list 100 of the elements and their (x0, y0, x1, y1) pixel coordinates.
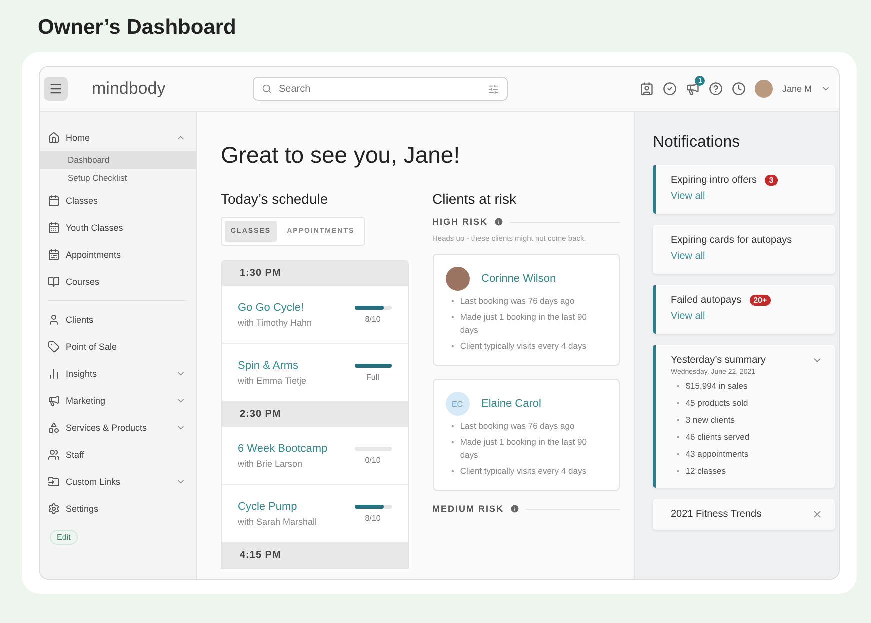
help-icon[interactable] (709, 82, 724, 96)
nav-label[interactable]: Settings (66, 504, 186, 514)
capacity-reading: Full (366, 372, 380, 382)
nav-icon (48, 194, 60, 206)
nav-item[interactable]: Clients (40, 306, 196, 333)
nav-item[interactable]: Classes (40, 187, 196, 214)
nav-label[interactable]: Courses (66, 276, 186, 286)
nav-icon (48, 476, 60, 488)
class-name[interactable]: Cycle Pump (238, 500, 354, 512)
nav-item[interactable]: Insights (40, 360, 196, 387)
nav-label[interactable]: Staff (66, 450, 186, 460)
nav-icon (48, 276, 60, 288)
initials-avatar: EC (446, 392, 470, 416)
nav-label[interactable]: Youth Classes (66, 222, 186, 232)
instructor: with Timothy Hahn (238, 318, 314, 328)
count-badge: 3 (764, 175, 778, 186)
bullet-marker: • (452, 437, 454, 450)
nav-icon (48, 314, 60, 326)
panel-title: Notifications (653, 134, 742, 152)
client-name[interactable]: Corinne Wilson (482, 273, 556, 286)
nav-label[interactable]: Custom Links (66, 476, 170, 486)
bullet-marker: • (452, 312, 454, 324)
logo: mindbody (92, 79, 167, 99)
client-name[interactable]: Elaine Carol (482, 398, 542, 410)
nav-icon (48, 394, 60, 406)
instructor: with Sarah Marshall (238, 516, 318, 526)
check-circle-icon[interactable] (663, 82, 678, 96)
risk-label: MEDIUM RISK (432, 504, 504, 514)
instructor: with Brie Larson (238, 458, 304, 468)
summary-item: 12 classes (686, 465, 726, 477)
summary-item: 43 appointments (686, 448, 749, 460)
info-icon[interactable] (510, 504, 520, 514)
bullet-marker: • (677, 449, 680, 461)
edit-button[interactable]: Edit (50, 530, 78, 545)
client-fact: Client typically visits every 4 days (460, 340, 586, 354)
client-fact: Client typically visits every 4 days (460, 465, 586, 478)
capacity-reading: 8/10 (365, 514, 381, 522)
nav-label[interactable]: Services & Products (66, 422, 170, 432)
client-fact: Made just 1 booking in the last 90 days (460, 311, 588, 338)
avatar (755, 80, 774, 98)
search-input[interactable]: Search (277, 82, 483, 96)
nav-icon (48, 422, 60, 434)
nav-item[interactable]: Custom Links (40, 468, 196, 495)
nav-label[interactable]: Appointments (66, 250, 186, 260)
nav-label[interactable]: Marketing (66, 396, 170, 406)
nav-icon (48, 132, 60, 144)
nav-label[interactable]: Home (66, 132, 170, 142)
nav-icon (48, 248, 60, 260)
page-title: Owner’s Dashboard (38, 16, 238, 40)
class-name[interactable]: Go Go Cycle! (238, 302, 354, 314)
close-button[interactable] (812, 509, 823, 520)
notification-title: Failed autopays (671, 295, 742, 306)
nav-label[interactable]: Classes (66, 196, 186, 206)
nav-item[interactable]: Marketing (40, 387, 196, 414)
nav-item[interactable]: Home (40, 124, 196, 151)
notification-title: 2021 Fitness Trends (671, 509, 763, 520)
summary-item: 46 clients served (686, 431, 750, 443)
bullet-marker: • (677, 466, 680, 478)
nav-subitem[interactable]: Dashboard (40, 151, 196, 169)
info-icon[interactable] (494, 217, 504, 227)
nav-label[interactable]: Clients (66, 314, 186, 324)
nav-subitem[interactable]: Setup Checklist (40, 169, 196, 187)
nav-icon (48, 448, 60, 460)
client-fact: Last booking was 76 days ago (460, 295, 575, 308)
nav-item[interactable]: Youth Classes (40, 214, 196, 241)
notification-title: Expiring intro offers (671, 175, 757, 186)
summary-item: $15,994 in sales (686, 380, 748, 392)
nav-label[interactable]: Point of Sale (66, 342, 186, 352)
view-all-link[interactable]: View all (671, 191, 706, 202)
risk-label: HIGH RISK (432, 217, 488, 227)
nav-item[interactable]: Settings (40, 495, 196, 522)
notification-title: Expiring cards for autopays (671, 235, 794, 246)
time-header: 1:30 PM (222, 261, 408, 286)
user-name[interactable]: Jane M (782, 84, 812, 94)
nav-item[interactable]: Services & Products (40, 414, 196, 441)
view-all-link[interactable]: View all (671, 251, 706, 262)
nav-item[interactable]: Appointments (40, 241, 196, 268)
nav-item[interactable]: Staff (40, 441, 196, 468)
nav-label[interactable]: Insights (66, 368, 170, 378)
filter-icon[interactable] (488, 84, 499, 94)
class-name[interactable]: Spin & Arms (238, 360, 354, 372)
avatar (446, 267, 470, 292)
client-fact: Last booking was 76 days ago (460, 420, 575, 434)
summary-item: 3 new clients (686, 414, 735, 426)
class-row[interactable]: 6 Week Bootcamp with Brie Larson 0/10 (222, 427, 408, 485)
bullet-marker: • (452, 421, 454, 434)
nav-item[interactable]: Point of Sale (40, 333, 196, 360)
search-field[interactable]: Search (253, 77, 508, 101)
contact-card-icon[interactable] (640, 82, 654, 96)
search-icon (262, 84, 272, 94)
megaphone-icon[interactable] (686, 82, 700, 96)
nav-item[interactable]: Courses (40, 268, 196, 295)
menu-button[interactable] (44, 77, 68, 101)
client-fact: Made just 1 booking in the last 90 days (460, 436, 588, 462)
bullet-marker: • (452, 296, 454, 308)
view-all-link[interactable]: View all (671, 311, 706, 322)
section-title: Clients at risk (432, 191, 518, 207)
class-row[interactable]: Go Go Cycle! with Timothy Hahn 8/10 (222, 286, 408, 344)
clock-icon[interactable] (732, 82, 746, 96)
class-name[interactable]: 6 Week Bootcamp (238, 442, 354, 454)
